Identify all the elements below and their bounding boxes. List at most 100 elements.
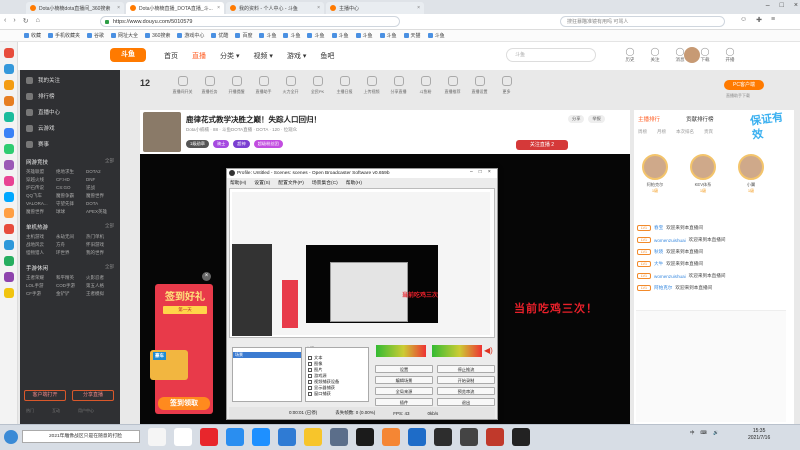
app-shortcut-icon[interactable] xyxy=(3,208,14,218)
taskbar-app-icon[interactable] xyxy=(434,428,452,446)
taskbar-app-icon[interactable] xyxy=(252,428,270,446)
sidebar-item[interactable]: 赛事 xyxy=(20,136,120,152)
obs-button[interactable]: 编辑场景 xyxy=(375,376,433,384)
bookmark-item[interactable]: 斗鱼 xyxy=(331,32,349,39)
app-shortcut-icon[interactable] xyxy=(3,80,14,90)
category-link[interactable]: 战地风云 xyxy=(26,242,54,248)
taskbar-search[interactable]: 2021年雕像战区只是在随意的打脸 xyxy=(22,430,140,443)
category-link[interactable]: 环世界 xyxy=(56,250,84,256)
browser-tab[interactable]: 我的资料 - 个人中心 - 斗鱼 × xyxy=(226,2,324,14)
bookmark-item[interactable]: 斗鱼 xyxy=(259,32,276,39)
section-more-link[interactable]: 全部 xyxy=(105,264,114,272)
category-link[interactable]: 穿越火线 xyxy=(26,177,54,183)
obs-button[interactable]: 设置 xyxy=(375,365,433,373)
header-broadcast-button[interactable]: ◯ 开播 xyxy=(720,47,740,63)
tray-icon[interactable]: 🔊 xyxy=(713,430,719,436)
sidebar-item[interactable]: 云游戏 xyxy=(20,120,120,136)
obs-menu-item[interactable]: 设置(S) xyxy=(254,179,270,186)
app-shortcut-icon[interactable] xyxy=(3,192,14,202)
obs-menu-item[interactable]: 帮助(H) xyxy=(346,179,362,186)
section-more-link[interactable]: 全部 xyxy=(105,223,114,231)
douyu-logo[interactable]: 斗鱼 xyxy=(110,48,146,62)
close-window-icon[interactable]: × xyxy=(794,2,798,9)
category-link[interactable]: DOTA2 xyxy=(86,169,114,175)
close-icon[interactable]: × xyxy=(317,5,320,11)
avatar[interactable] xyxy=(684,47,700,63)
tray-icon[interactable]: 中 xyxy=(690,430,695,436)
taskbar-app-icon[interactable] xyxy=(148,428,166,446)
rank-entry[interactable]: KEV体系 1级 xyxy=(688,154,718,194)
source-checkbox[interactable] xyxy=(308,368,312,372)
close-icon[interactable]: × xyxy=(488,169,491,175)
category-link[interactable]: 英雄联盟 xyxy=(26,169,54,175)
maximize-icon[interactable]: □ xyxy=(479,169,482,175)
category-link[interactable]: 炉石传说 xyxy=(26,185,54,191)
forward-icon[interactable]: › xyxy=(13,17,15,25)
app-shortcut-icon[interactable] xyxy=(3,128,14,138)
bookmark-item[interactable]: 优酷 xyxy=(211,32,228,39)
section-more-link[interactable]: 全部 xyxy=(105,158,114,166)
rank-entry[interactable]: 小翼 1级 xyxy=(736,154,766,194)
toolbar-tool[interactable]: 直播助手 xyxy=(251,72,276,106)
category-link[interactable]: APEX英雄 xyxy=(86,209,114,215)
category-link[interactable]: 绝地求生 xyxy=(56,169,84,175)
obs-menu-item[interactable]: 配置文件(P) xyxy=(278,179,304,186)
source-checkbox[interactable] xyxy=(308,374,312,378)
start-button[interactable] xyxy=(4,430,18,444)
nav-item[interactable]: 视频 ▾ xyxy=(253,51,272,61)
pc-client-button[interactable]: PC客户端 xyxy=(724,80,764,90)
source-checkbox[interactable] xyxy=(308,380,312,384)
toolbar-tool[interactable]: 直播设置 xyxy=(467,72,492,106)
category-link[interactable]: 方舟 xyxy=(56,242,84,248)
close-icon[interactable]: × xyxy=(417,5,420,11)
home-icon[interactable]: ⌂ xyxy=(36,17,40,25)
sidebar-item[interactable]: 排行榜 xyxy=(20,88,120,104)
obs-menu-item[interactable]: 帮助(H) xyxy=(230,179,246,186)
category-link[interactable]: 魔兽争霸 xyxy=(56,193,84,199)
scene-selected[interactable]: 场景 xyxy=(233,352,301,358)
category-link[interactable]: 火影忍者 xyxy=(86,275,114,281)
category-link[interactable]: CS:GO xyxy=(56,185,84,191)
report-button[interactable]: 举报 xyxy=(588,115,605,123)
tab-contribution-rank[interactable]: 贡献排行榜 xyxy=(686,115,714,123)
extension-icon[interactable]: ✚ xyxy=(756,16,762,24)
bookmark-item[interactable]: 游戏中心 xyxy=(177,32,204,39)
header-history-button[interactable]: ◯ 历史 xyxy=(620,47,640,63)
taskbar-app-icon[interactable] xyxy=(200,428,218,446)
checkin-promo[interactable] xyxy=(155,284,213,414)
bookmark-item[interactable]: 斗鱼 xyxy=(427,32,445,39)
bookmark-item[interactable]: 360搜索 xyxy=(145,32,170,39)
category-link[interactable]: 王者模拟 xyxy=(86,291,114,297)
sidebar-footer-link[interactable]: 用户中心 xyxy=(78,408,94,414)
app-shortcut-icon[interactable] xyxy=(3,256,14,266)
chat-username[interactable]: 春宝 xyxy=(654,225,663,231)
obs-button[interactable]: 停止推流 xyxy=(437,365,495,373)
app-shortcut-icon[interactable] xyxy=(3,160,14,170)
source-checkbox[interactable] xyxy=(308,392,312,396)
app-shortcut-icon[interactable] xyxy=(3,176,14,186)
category-link[interactable]: 球球 xyxy=(56,209,84,215)
category-link[interactable]: 怪物猎人 xyxy=(26,250,54,256)
follow-button[interactable]: 关注直播 2 xyxy=(516,140,568,150)
chat-username[interactable]: 秋晓 xyxy=(654,249,663,255)
chat-username[interactable]: womenzuishuai xyxy=(654,238,686,243)
header-follow-button[interactable]: ◯ 关注 xyxy=(645,47,665,63)
close-icon[interactable]: × xyxy=(117,5,120,11)
sidebar-footer-link[interactable]: 互动 xyxy=(52,408,60,414)
nav-item[interactable]: 分类 ▾ xyxy=(220,51,239,61)
app-shortcut-icon[interactable] xyxy=(3,64,14,74)
nav-item[interactable]: 直播 xyxy=(192,51,206,61)
user-icon[interactable]: ☺ xyxy=(740,16,747,24)
rank-entry[interactable]: 阿帕克尔 1级 xyxy=(640,154,670,194)
category-link[interactable]: DNF xyxy=(86,177,114,183)
url-field[interactable]: https://www.douyu.com/5010579 xyxy=(100,16,400,27)
nav-item[interactable]: 鱼吧 xyxy=(320,51,334,61)
toolbar-tool[interactable]: 分享直播 xyxy=(386,72,411,106)
category-link[interactable]: COD手游 xyxy=(56,283,84,289)
taskbar-app-icon[interactable] xyxy=(486,428,504,446)
category-link[interactable]: 魔兽世界 xyxy=(86,193,114,199)
tray-icon[interactable]: ⌨ xyxy=(701,430,708,436)
category-link[interactable]: QQ飞车 xyxy=(26,193,54,199)
share-button[interactable]: 分享 xyxy=(568,115,585,123)
category-link[interactable]: 逆战 xyxy=(86,185,114,191)
